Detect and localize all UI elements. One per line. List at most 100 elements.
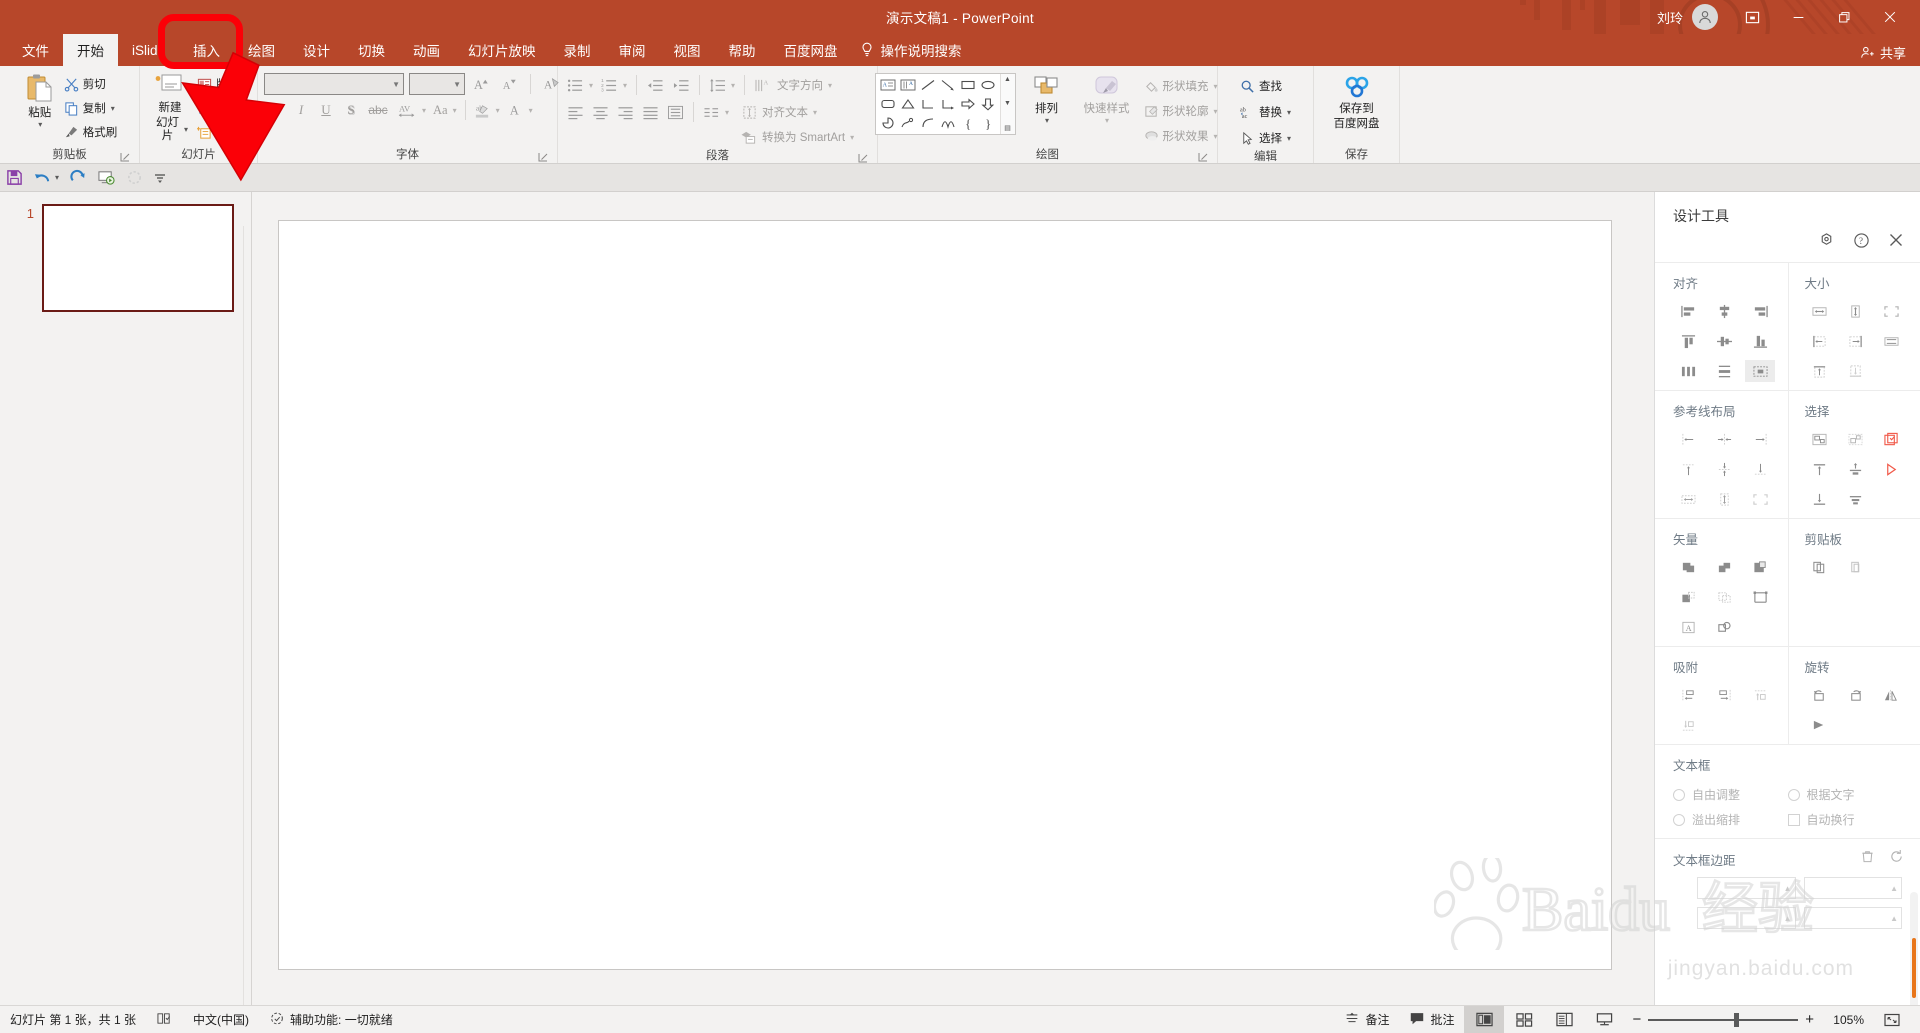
change-case-chevron-down-icon[interactable]: ▾ <box>453 106 457 115</box>
shape-arc[interactable] <box>938 113 958 132</box>
size-hspread-icon[interactable] <box>1877 330 1907 352</box>
tab-insert[interactable]: 插入 <box>179 34 234 66</box>
guide-middle-icon[interactable] <box>1709 458 1739 480</box>
tab-slideshow[interactable]: 幻灯片放映 <box>454 34 550 66</box>
underline-button[interactable]: U <box>314 99 338 121</box>
shape-left-brace[interactable]: { <box>958 113 978 132</box>
font-color-chevron-down-icon[interactable]: ▾ <box>529 106 533 115</box>
select-all-shapes-icon[interactable] <box>1877 428 1907 450</box>
copy-style-icon[interactable] <box>1805 556 1835 578</box>
italic-button[interactable]: I <box>289 99 313 121</box>
justify-button[interactable] <box>639 101 662 123</box>
vector-merge-icon[interactable] <box>1709 616 1739 638</box>
shapes-gallery[interactable]: A A {} ▲ ▼ ▤ <box>874 73 1016 135</box>
radio-icon[interactable] <box>1673 813 1685 826</box>
select-middle-icon[interactable] <box>1841 458 1871 480</box>
arrange-button[interactable]: 排列 ▾ <box>1021 73 1073 127</box>
numbering-button[interactable]: 1 2 3 ▾ <box>598 74 630 96</box>
view-slideshow-button[interactable] <box>1584 1006 1624 1033</box>
shape-line[interactable] <box>918 75 938 94</box>
close-icon[interactable] <box>1888 232 1904 254</box>
flip-vertical-icon[interactable] <box>1805 714 1835 736</box>
paste-button[interactable]: 粘贴 ▾ <box>19 69 61 131</box>
tab-help[interactable]: 帮助 <box>715 34 770 66</box>
shape-vertical-textbox[interactable]: A <box>898 75 918 94</box>
quick-styles-button[interactable]: 快速样式 ▾ <box>1078 73 1136 127</box>
thumbnail-scrollbar[interactable] <box>243 226 251 1005</box>
align-left-icon[interactable] <box>1673 300 1703 322</box>
copy-button[interactable]: 复制 ▾ <box>61 97 121 119</box>
snap-left-icon[interactable] <box>1673 684 1703 706</box>
reset-icon[interactable] <box>1889 849 1904 869</box>
text-direction-button[interactable]: A 文字方向 ▾ <box>751 74 835 96</box>
distribute-h-icon[interactable] <box>1673 360 1703 382</box>
text-highlight-color-button[interactable]: ab ▾ <box>471 99 503 121</box>
rotate-left-icon[interactable] <box>1805 684 1835 706</box>
thumbnail-item[interactable]: 1 <box>22 204 251 312</box>
guide-top-icon[interactable] <box>1673 458 1703 480</box>
increase-font-size-button[interactable]: A <box>470 73 493 95</box>
shape-pie[interactable] <box>878 113 898 132</box>
character-spacing-chevron-down-icon[interactable]: ▾ <box>422 106 426 115</box>
radio-icon[interactable] <box>1787 788 1800 801</box>
shape-elbow-connector[interactable] <box>918 94 938 113</box>
guide-bottom-icon[interactable] <box>1745 458 1775 480</box>
minimize-button[interactable] <box>1776 0 1820 34</box>
tab-baidu-netdisk[interactable]: 百度网盘 <box>770 34 852 66</box>
highlight-chevron-down-icon[interactable]: ▾ <box>496 106 500 115</box>
spellcheck-icon[interactable] <box>156 1011 173 1029</box>
qat-redo-button[interactable] <box>69 169 87 186</box>
align-text-button[interactable]: 对齐文本 ▾ <box>738 101 820 123</box>
same-height-icon[interactable] <box>1841 300 1871 322</box>
find-button[interactable]: 查找 <box>1237 75 1294 97</box>
paragraph-dialog-launcher[interactable] <box>858 152 869 163</box>
fit-to-window-button[interactable] <box>1872 1006 1912 1033</box>
layout-chevron-down-icon[interactable]: ▾ <box>244 80 248 89</box>
change-case-button[interactable]: Aa ▾ <box>430 99 460 121</box>
character-spacing-button[interactable]: AV ▾ <box>393 99 429 121</box>
margin-bottom-input[interactable]: ▲ <box>1803 907 1902 929</box>
same-width-icon[interactable] <box>1805 300 1835 322</box>
shape-effects-button[interactable]: 形状效果 ▾ <box>1141 125 1221 147</box>
select-pointer-icon[interactable] <box>1877 458 1907 480</box>
avatar[interactable] <box>1692 4 1718 30</box>
numbering-chevron-down-icon[interactable]: ▾ <box>623 81 627 90</box>
size-top-icon[interactable] <box>1805 360 1835 382</box>
shape-rounded-rectangle[interactable] <box>878 94 898 113</box>
font-size-chevron-down-icon[interactable]: ▼ <box>453 80 461 89</box>
accessibility-label[interactable]: 辅助功能: 一切就绪 <box>290 1011 393 1028</box>
zoom-level-label[interactable]: 105% <box>1822 1013 1864 1027</box>
textbox-option-fit-text[interactable]: 根据文字 <box>1787 782 1903 807</box>
smartart-chevron-down-icon[interactable]: ▾ <box>850 133 854 142</box>
thumbnail-preview[interactable] <box>42 204 234 312</box>
flip-horizontal-icon[interactable] <box>1877 684 1907 706</box>
bullets-button[interactable]: ▾ <box>564 74 596 96</box>
radio-icon[interactable] <box>1673 788 1685 801</box>
restore-button[interactable] <box>1822 0 1866 34</box>
replace-button[interactable]: ab ac 替换 ▾ <box>1237 101 1294 123</box>
font-color-button[interactable]: A ▾ <box>504 99 536 121</box>
textbox-option-wrap-text[interactable]: 自动换行 <box>1787 807 1903 832</box>
shape-rectangle[interactable] <box>958 75 978 94</box>
tab-view[interactable]: 视图 <box>660 34 715 66</box>
share-button[interactable]: 共享 <box>1860 43 1906 62</box>
checkbox-icon[interactable] <box>1787 813 1800 826</box>
margin-left-input[interactable]: ▲ <box>1697 877 1796 899</box>
zoom-out-button[interactable]: − <box>1632 1011 1641 1028</box>
shape-curve[interactable] <box>918 113 938 132</box>
rotate-right-icon[interactable] <box>1841 684 1871 706</box>
qat-refresh-button[interactable] <box>126 169 143 186</box>
select-similar-icon[interactable] <box>1841 428 1871 450</box>
tab-transitions[interactable]: 切换 <box>344 34 399 66</box>
distribute-text-button[interactable] <box>664 101 687 123</box>
tab-islide[interactable]: iSlide <box>118 34 179 66</box>
align-right-button[interactable] <box>614 101 637 123</box>
shape-outline-button[interactable]: 形状轮廓 ▾ <box>1141 100 1221 122</box>
vector-text-convert-icon[interactable]: A <box>1673 616 1703 638</box>
shape-right-brace[interactable]: } <box>978 113 998 132</box>
shape-elbow-arrow-connector[interactable] <box>938 94 958 113</box>
shape-effects-chevron-down-icon[interactable]: ▾ <box>1214 132 1218 141</box>
font-name-combobox[interactable]: ▼ <box>264 73 404 95</box>
qat-start-slideshow-button[interactable] <box>97 169 116 186</box>
save-to-baidu-netdisk-button[interactable]: 保存到 百度网盘 <box>1328 69 1386 133</box>
